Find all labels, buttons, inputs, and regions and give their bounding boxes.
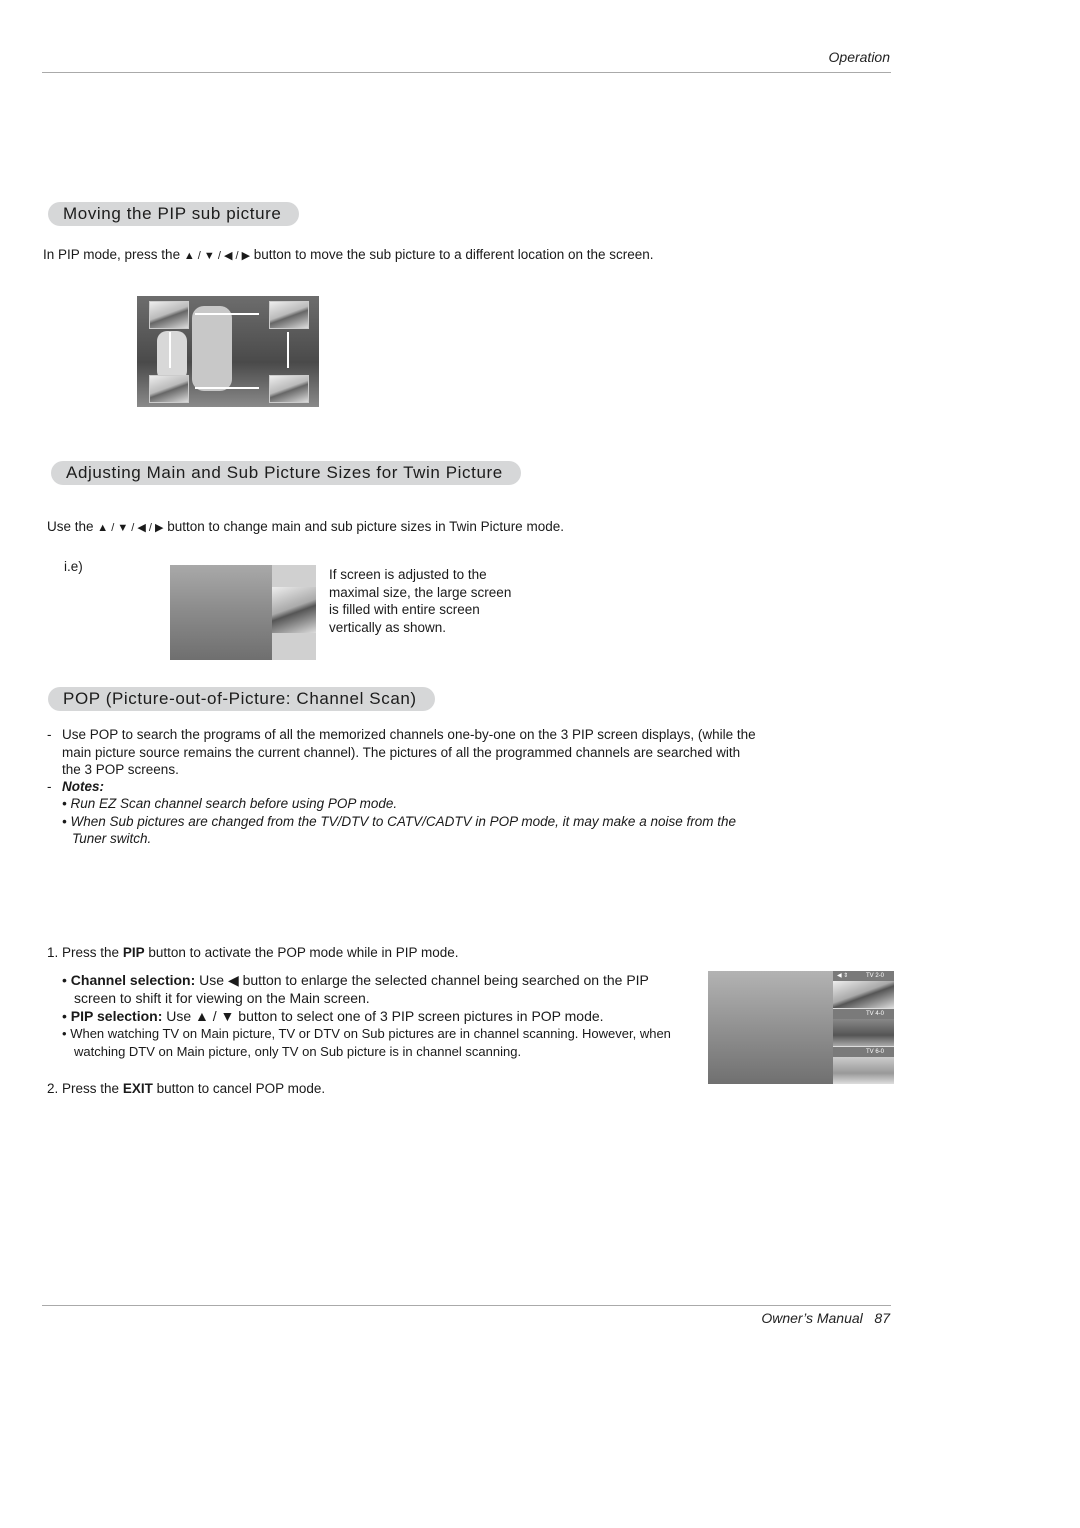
horizontal-arrow-icon (195, 387, 259, 389)
vertical-arrow-icon (287, 332, 289, 368)
channel-text: TV 2-0 (865, 973, 884, 979)
child-figure (157, 331, 187, 381)
pop-channel-label: ◀ ⇕ TV 2-0 (833, 971, 894, 981)
button-name: EXIT (122, 1081, 153, 1096)
pop-channel-label: TV 6-0 (833, 1047, 894, 1057)
text: In PIP mode, press the (43, 247, 184, 262)
sub-picture (272, 587, 316, 633)
vertical-arrow-icon (169, 332, 171, 368)
footer-rule (42, 1305, 891, 1306)
text: When watching TV on Main picture, TV or … (70, 1026, 671, 1059)
pop-intro: Use POP to search the programs of all th… (62, 727, 756, 777)
sub-picture-bottom-left (149, 375, 189, 403)
note-item: • Run EZ Scan channel search before usin… (62, 796, 398, 811)
pop-sub-pictures: ◀ ⇕ TV 2-0 TV 4-0 TV 6-0 (833, 971, 894, 1084)
text: button to activate the POP mode while in… (144, 945, 459, 960)
arrow-buttons-icon: ▲ / ▼ / ◀ / ▶ (97, 522, 164, 534)
page-number: 87 (874, 1310, 890, 1326)
step-1: 1. Press the PIP button to activate the … (47, 944, 707, 962)
text: Use ▲ / ▼ button to select one of 3 PIP … (162, 1008, 604, 1024)
example-label: i.e) (64, 559, 83, 574)
header-rule (42, 72, 891, 73)
notes-label: Notes: (62, 779, 105, 794)
twin-picture-illustration (170, 565, 316, 660)
pop-channel-label: TV 4-0 (833, 1009, 894, 1019)
button-name: PIP (122, 945, 145, 960)
note-item: • When Sub pictures are changed from the… (62, 813, 736, 847)
bullet-pip-selection: • PIP selection: Use ▲ / ▼ button to sel… (62, 1007, 692, 1025)
bullet-channel-selection: • Channel selection: Use ◀ button to enl… (62, 971, 692, 1007)
pop-bullets: • Channel selection: Use ◀ button to enl… (62, 971, 692, 1061)
pop-picture-1 (833, 981, 894, 1008)
nav-arrows-icon: ◀ ⇕ (837, 973, 849, 979)
pop-picture-2 (833, 1019, 894, 1046)
sub-picture-top-right (269, 301, 309, 329)
pip-move-illustration (137, 296, 319, 407)
text: button to move the sub picture to a diff… (250, 247, 654, 262)
bullet: • (62, 972, 67, 988)
bullet: • (62, 1008, 67, 1024)
example-description: If screen is adjusted to the maximal siz… (329, 567, 512, 635)
bullet: • (62, 1026, 67, 1041)
text: Press the (62, 1081, 123, 1096)
step-2: 2. Press the EXIT button to cancel POP m… (47, 1080, 547, 1098)
pop-picture-3 (833, 1057, 894, 1084)
sub-picture-bottom-right (269, 375, 309, 403)
step-number: 2. (47, 1081, 59, 1096)
bullet-title: PIP selection: (70, 1008, 163, 1024)
moving-pip-description: In PIP mode, press the ▲ / ▼ / ◀ / ▶ but… (43, 246, 693, 266)
main-picture (170, 565, 272, 660)
notes-list: • Run EZ Scan channel search before usin… (62, 795, 752, 848)
bullet-title: Channel selection: (70, 972, 196, 988)
text: button to change main and sub picture si… (163, 519, 564, 534)
sub-picture-top-left (149, 301, 189, 329)
pop-screen-illustration: ◀ ⇕ TV 2-0 TV 4-0 TV 6-0 (708, 971, 894, 1084)
text: button to cancel POP mode. (152, 1081, 326, 1096)
step-number: 1. (47, 945, 59, 960)
intro-dash: - (47, 727, 52, 742)
bullet-watching: • When watching TV on Main picture, TV o… (62, 1025, 692, 1061)
section-header: Operation (828, 49, 890, 65)
section-title-pop: POP (Picture-out-of-Picture: Channel Sca… (48, 687, 435, 711)
arrow-buttons-icon: ▲ / ▼ / ◀ / ▶ (183, 250, 251, 262)
horizontal-arrow-icon (195, 313, 259, 315)
adjusting-description: Use the ▲ / ▼ / ◀ / ▶ button to change m… (47, 518, 687, 538)
text: Use the (47, 519, 98, 534)
child-figure (192, 306, 232, 391)
manual-title: Owner’s Manual (761, 1310, 863, 1326)
section-title-adjusting: Adjusting Main and Sub Picture Sizes for… (51, 461, 521, 485)
footer: Owner’s Manual 87 (761, 1310, 890, 1326)
notes-dash: - (47, 779, 52, 794)
section-title-moving-pip: Moving the PIP sub picture (48, 202, 300, 226)
text: Press the (62, 945, 123, 960)
